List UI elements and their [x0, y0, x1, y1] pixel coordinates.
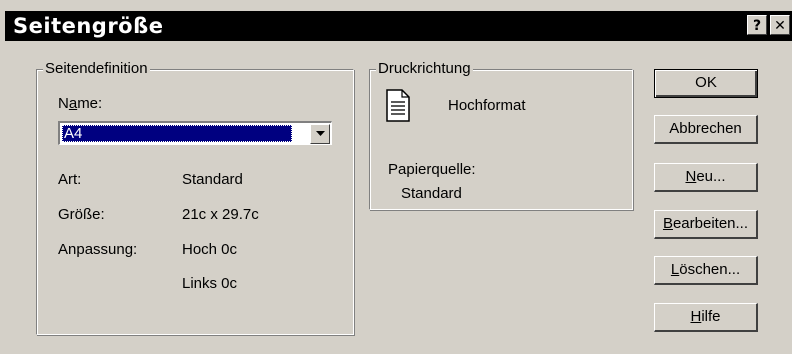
help-button[interactable]: ? — [747, 15, 767, 35]
anpassung-label: Anpassung: — [58, 241, 138, 258]
anpassung-value-hoch: Hoch 0c — [182, 241, 238, 258]
title-bar: Seitengröße ? ✕ — [5, 11, 792, 41]
papierquelle-label: Papierquelle: — [388, 161, 476, 178]
document-icon — [386, 89, 410, 122]
bearbeiten-button[interactable]: Bearbeiten... — [654, 210, 758, 239]
name-select[interactable]: A4 — [58, 121, 332, 145]
druckrichtung-group-label: Druckrichtung — [376, 60, 473, 77]
art-value: Standard — [182, 171, 243, 188]
papierquelle-value: Standard — [401, 185, 462, 202]
ok-button[interactable]: OK — [654, 69, 758, 98]
hilfe-button[interactable]: Hilfe — [654, 303, 758, 332]
name-label: Name: — [58, 95, 103, 112]
chevron-down-icon — [316, 131, 325, 136]
close-icon: ✕ — [774, 18, 786, 34]
orientation-label: Hochformat — [448, 97, 526, 114]
art-label: Art: — [58, 171, 82, 188]
seitendefinition-group-label: Seitendefinition — [43, 60, 150, 77]
window-title: Seitengröße — [13, 14, 164, 38]
neu-button[interactable]: Neu... — [654, 163, 758, 192]
anpassung-value-links: Links 0c — [182, 275, 238, 292]
close-button[interactable]: ✕ — [770, 15, 790, 35]
groesse-value: 21c x 29.7c — [182, 206, 259, 223]
groesse-label: Größe: — [58, 206, 105, 223]
loeschen-button[interactable]: Löschen... — [654, 256, 758, 285]
name-select-value: A4 — [62, 125, 292, 142]
abbrechen-button[interactable]: Abbrechen — [654, 115, 758, 144]
dropdown-button[interactable] — [310, 124, 330, 144]
